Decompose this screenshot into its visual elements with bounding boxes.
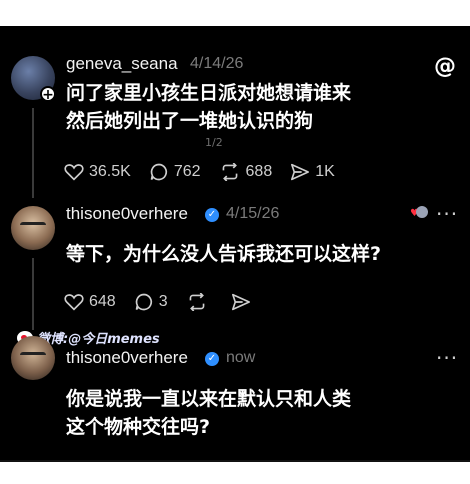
post-1-text-line2: 然后她列出了一堆她认识的狗 [66, 110, 314, 132]
repost-count: 688 [245, 163, 273, 180]
verified-badge-icon: ✓ [205, 352, 219, 366]
bottom-border [0, 460, 470, 484]
top-border [0, 0, 470, 26]
post-1-actions: 36.5K 762 688 1K [64, 162, 353, 182]
post-2-actions: 648 3 [64, 292, 274, 312]
share-icon [291, 163, 310, 181]
avatar-thisone0verhere[interactable] [11, 206, 55, 250]
post-1-pager: 1/2 [205, 136, 223, 149]
post-1-text-line1: 问了家里小孩生日派对她想请谁来 [66, 82, 352, 104]
like-button[interactable]: 36.5K [64, 163, 131, 181]
like-count: 648 [89, 293, 116, 310]
repost-icon [222, 163, 237, 181]
share-button[interactable] [231, 293, 256, 311]
heart-icon [64, 164, 84, 181]
post-2-text: 等下，为什么没人告诉我还可以这样? [66, 243, 382, 265]
verified-badge-icon: ✓ [205, 208, 219, 222]
repost-icon [189, 293, 204, 311]
post-3-date: now [226, 349, 256, 366]
post-1-username[interactable]: geneva_seana [66, 54, 178, 74]
like-count: 36.5K [89, 163, 131, 180]
follow-plus-icon[interactable]: + [40, 86, 56, 103]
avatar-thisone0verhere[interactable] [11, 336, 55, 380]
comment-icon [135, 293, 152, 311]
watermark-text: 微博:@今日memes [37, 332, 160, 347]
repost-button[interactable] [186, 293, 213, 311]
post-1-date: 4/14/26 [190, 55, 244, 72]
post-3-text-line2: 这个物种交往吗? [66, 416, 211, 438]
more-options-icon[interactable]: ··· [436, 346, 458, 370]
post-3-text-line1: 你是说我一直以来在默认只和人类 [66, 388, 352, 410]
threads-logo-icon: @ [434, 54, 456, 79]
post-2-date: 4/15/26 [226, 205, 280, 222]
like-button[interactable]: 648 [64, 293, 116, 311]
comment-button[interactable]: 3 [134, 292, 168, 312]
share-count: 1K [315, 163, 335, 180]
more-options-icon[interactable]: ··· [436, 202, 458, 226]
heart-icon [64, 294, 84, 311]
thread-connector-line [32, 258, 34, 330]
thread-connector-line [32, 108, 34, 198]
comment-icon [150, 163, 167, 181]
share-icon [231, 293, 250, 311]
comment-count: 3 [158, 293, 168, 310]
share-button[interactable]: 1K [290, 163, 335, 181]
post-2-username[interactable]: thisone0verhere [66, 204, 188, 224]
comment-button[interactable]: 762 [149, 162, 201, 182]
post-3-username[interactable]: thisone0verhere [66, 348, 188, 368]
threads-screenshot: + geneva_seana 4/14/26 @ 问了家里小孩生日派对她想请谁来… [0, 0, 470, 470]
comment-count: 762 [173, 163, 201, 180]
repost-button[interactable]: 688 [219, 163, 273, 181]
reaction-indicator: ♥ [410, 206, 428, 220]
